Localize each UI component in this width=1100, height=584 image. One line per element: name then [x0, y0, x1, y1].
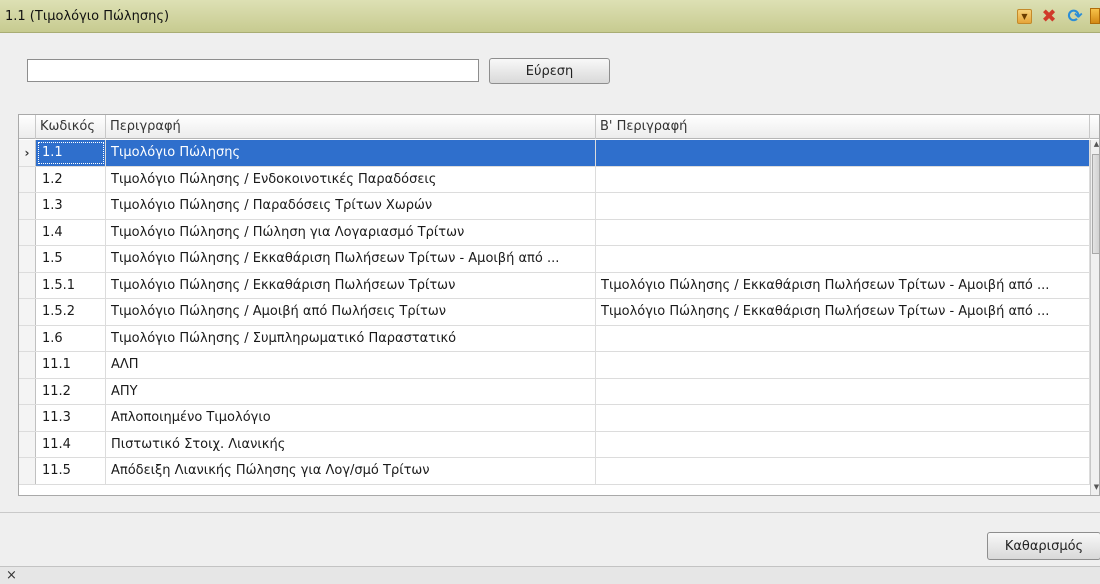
cell-description-2: [596, 193, 1090, 219]
table-row[interactable]: 1.3 Τιμολόγιο Πώλησης / Παραδόσεις Τρίτων…: [19, 193, 1090, 220]
cell-code: 1.5: [36, 246, 106, 272]
cell-code: 1.5.1: [36, 272, 106, 298]
cell-description: Απλοποιημένο Τιμολόγιο: [106, 405, 596, 431]
row-selector[interactable]: [19, 272, 36, 298]
cell-description: Τιμολόγιο Πώλησης / Εκκαθάριση Πωλήσεων …: [106, 246, 596, 272]
row-selector[interactable]: [19, 246, 36, 272]
cell-code: 11.1: [36, 352, 106, 378]
extra-icon[interactable]: [1090, 8, 1100, 24]
row-selector[interactable]: [19, 219, 36, 245]
cell-code: 1.5.2: [36, 299, 106, 325]
cell-description-2: [596, 431, 1090, 457]
cell-description-2: [596, 219, 1090, 245]
row-selector[interactable]: [19, 166, 36, 192]
cell-description-2: [596, 378, 1090, 404]
cell-description: Τιμολόγιο Πώλησης / Ενδοκοινοτικές Παραδ…: [106, 166, 596, 192]
cell-code: 1.2: [36, 166, 106, 192]
dropdown-icon[interactable]: ▼: [1017, 8, 1032, 24]
table-row[interactable]: 11.2 ΑΠΥ: [19, 378, 1090, 405]
cell-description: Απόδειξη Λιανικής Πώλησης για Λογ/σμό Τρ…: [106, 458, 596, 484]
cell-description-2: Τιμολόγιο Πώλησης / Εκκαθάριση Πωλήσεων …: [596, 299, 1090, 325]
clear-button[interactable]: Καθαρισμός: [987, 532, 1100, 560]
row-selector[interactable]: [19, 378, 36, 404]
refresh-icon[interactable]: ⟳: [1066, 6, 1084, 27]
header-code[interactable]: Κωδικός: [36, 115, 106, 139]
title-bar: 1.1 (Τιμολόγιο Πώλησης) ▼ ✖ ⟳: [0, 0, 1100, 33]
cell-description-2: [596, 166, 1090, 192]
cell-description: Τιμολόγιο Πώλησης / Εκκαθάριση Πωλήσεων …: [106, 272, 596, 298]
table-row[interactable]: 1.2 Τιμολόγιο Πώλησης / Ενδοκοινοτικές Πα…: [19, 166, 1090, 193]
header-description-2[interactable]: Β' Περιγραφή: [596, 115, 1090, 139]
grid-rows: › 1.1 Τιμολόγιο Πώλησης 1.2 Τιμολόγιο Πώληση…: [19, 140, 1090, 485]
table-row[interactable]: 11.3 Απλοποιημένο Τιμολόγιο: [19, 405, 1090, 432]
table-row[interactable]: › 1.1 Τιμολόγιο Πώλησης: [19, 140, 1090, 167]
scroll-thumb[interactable]: [1092, 154, 1099, 254]
vertical-scrollbar[interactable]: ▲ ▼: [1090, 140, 1099, 495]
row-selector[interactable]: [19, 431, 36, 457]
cell-description: Τιμολόγιο Πώλησης / Αμοιβή από Πωλήσεις …: [106, 299, 596, 325]
header-selector: [19, 115, 36, 139]
cell-description: Τιμολόγιο Πώλησης / Πώληση για Λογαριασμ…: [106, 219, 596, 245]
cell-description-2: [596, 325, 1090, 351]
cell-code: 1.1: [36, 140, 106, 166]
row-selector[interactable]: [19, 352, 36, 378]
cell-description-2: [596, 352, 1090, 378]
cell-description: Πιστωτικό Στοιχ. Λιανικής: [106, 431, 596, 457]
cell-code: 1.3: [36, 193, 106, 219]
cell-code: 11.3: [36, 405, 106, 431]
table-row[interactable]: 11.1 ΑΛΠ: [19, 352, 1090, 379]
cell-description: Τιμολόγιο Πώλησης / Συμπληρωματικό Παρασ…: [106, 325, 596, 351]
row-selector[interactable]: [19, 193, 36, 219]
search-button[interactable]: Εύρεση: [489, 58, 610, 84]
window-title: 1.1 (Τιμολόγιο Πώλησης): [5, 8, 170, 24]
scroll-down-icon[interactable]: ▼: [1091, 483, 1099, 495]
row-selector[interactable]: [19, 299, 36, 325]
cell-code: 11.4: [36, 431, 106, 457]
footer-close-icon[interactable]: ×: [6, 568, 17, 583]
cell-description-2: [596, 140, 1090, 166]
table-row[interactable]: 1.4 Τιμολόγιο Πώλησης / Πώληση για Λογαρι…: [19, 219, 1090, 246]
cell-description-2: [596, 458, 1090, 484]
cell-description: Τιμολόγιο Πώλησης: [106, 140, 596, 166]
row-selector[interactable]: [19, 325, 36, 351]
divider: [0, 512, 1100, 513]
cell-description-2: [596, 246, 1090, 272]
cell-code: 1.4: [36, 219, 106, 245]
title-bar-icons: ▼ ✖ ⟳: [1009, 6, 1100, 27]
table-row[interactable]: 11.5 Απόδειξη Λιανικής Πώλησης για Λογ/σμ…: [19, 458, 1090, 485]
header-description[interactable]: Περιγραφή: [106, 115, 596, 139]
search-input[interactable]: [27, 59, 479, 82]
cell-description: Τιμολόγιο Πώλησης / Παραδόσεις Τρίτων Χω…: [106, 193, 596, 219]
cell-code: 1.6: [36, 325, 106, 351]
table-row[interactable]: 1.6 Τιμολόγιο Πώλησης / Συμπληρωματικό Πα…: [19, 325, 1090, 352]
table-row[interactable]: 1.5.2 Τιμολόγιο Πώλησης / Αμοιβή από Πωλή…: [19, 299, 1090, 326]
row-indicator-icon: ›: [24, 146, 30, 160]
row-selector[interactable]: ›: [19, 140, 36, 166]
cell-description-2: [596, 405, 1090, 431]
row-selector[interactable]: [19, 405, 36, 431]
results-grid: Κωδικός Περιγραφή Β' Περιγραφή › 1.1 Τιμολ…: [18, 114, 1100, 496]
table-row[interactable]: 1.5 Τιμολόγιο Πώλησης / Εκκαθάριση Πωλήσε…: [19, 246, 1090, 273]
cell-description-2: Τιμολόγιο Πώλησης / Εκκαθάριση Πωλήσεων …: [596, 272, 1090, 298]
table-row[interactable]: 11.4 Πιστωτικό Στοιχ. Λιανικής: [19, 431, 1090, 458]
cell-code: 11.5: [36, 458, 106, 484]
grid-header: Κωδικός Περιγραφή Β' Περιγραφή: [19, 115, 1099, 139]
scroll-up-icon[interactable]: ▲: [1091, 140, 1099, 153]
close-icon[interactable]: ✖: [1040, 6, 1058, 27]
row-selector[interactable]: [19, 458, 36, 484]
cell-description: ΑΛΠ: [106, 352, 596, 378]
footer-bar: ×: [0, 566, 1100, 584]
cell-code: 11.2: [36, 378, 106, 404]
cell-description: ΑΠΥ: [106, 378, 596, 404]
table-row[interactable]: 1.5.1 Τιμολόγιο Πώλησης / Εκκαθάριση Πωλή…: [19, 272, 1090, 299]
